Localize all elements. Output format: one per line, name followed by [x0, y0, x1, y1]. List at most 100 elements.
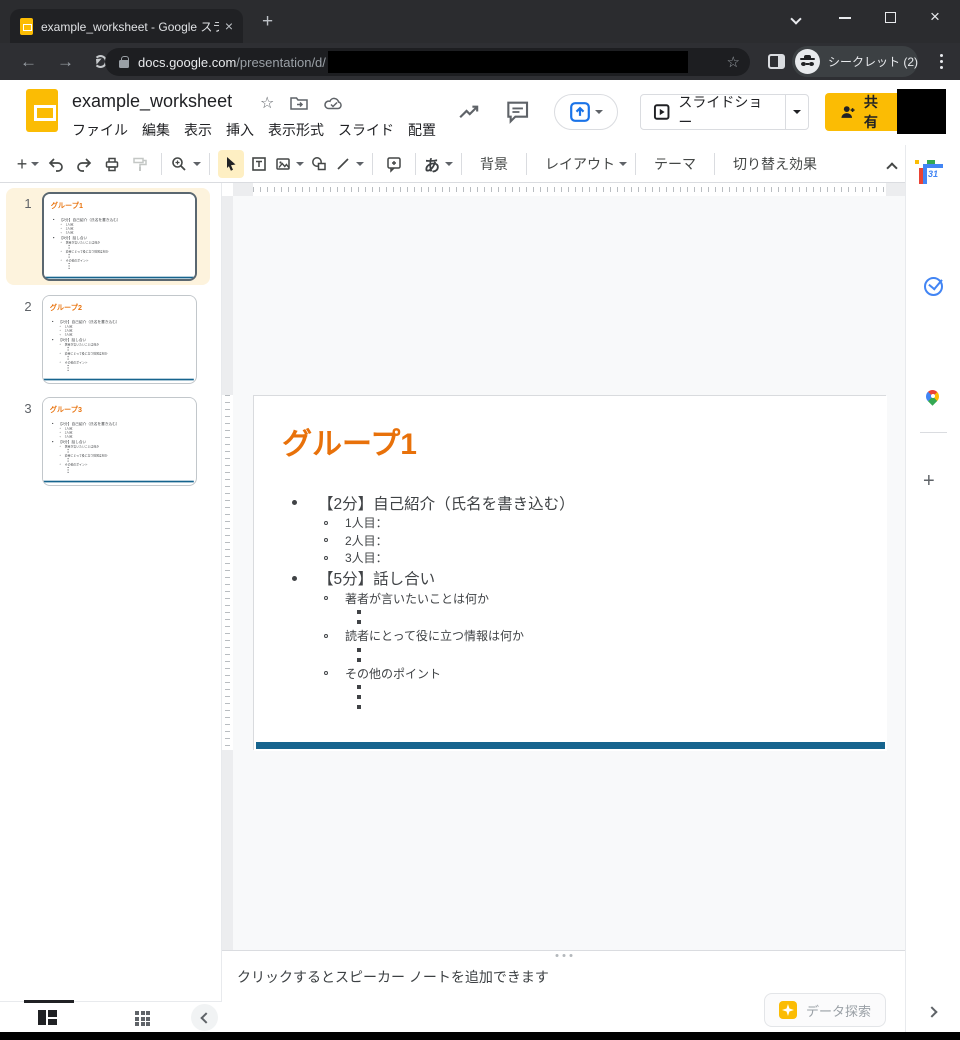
bullet-text: 【2分】自己紹介（氏名を書き込む）	[318, 492, 575, 514]
insert-shape-button[interactable]	[306, 150, 332, 178]
insert-line-button[interactable]	[334, 150, 364, 178]
activity-trend-icon[interactable]	[457, 100, 480, 124]
slide-thumbnail[interactable]: 2グループ2【2分】自己紹介（氏名を書き込む）1人目：2人目：3人目：【5分】話…	[6, 291, 210, 388]
redo-button[interactable]	[71, 150, 97, 178]
menu-format[interactable]: 表示形式	[268, 118, 324, 142]
slideshow-button[interactable]: スライドショー	[641, 92, 785, 132]
print-button[interactable]	[99, 150, 125, 178]
side-panel-icon[interactable]	[768, 54, 785, 69]
grid-view-button[interactable]	[135, 1011, 150, 1026]
slideshow-dropdown-caret[interactable]	[785, 95, 808, 129]
window-maximize-button[interactable]	[885, 10, 901, 26]
share-button[interactable]: 共有	[825, 93, 905, 131]
slide-thumbnail[interactable]: 3グループ3【2分】自己紹介（氏名を書き込む）1人目：2人目：3人目：【5分】話…	[6, 393, 210, 490]
slide-title[interactable]: グループ3	[50, 405, 82, 414]
slide-title[interactable]: グループ2	[50, 303, 82, 312]
paint-format-button[interactable]	[127, 150, 153, 178]
tab-title: example_worksheet - Google スラ	[41, 18, 219, 35]
menu-arrange[interactable]: 配置	[408, 118, 436, 142]
background-button[interactable]: 背景	[470, 150, 518, 178]
address-bar[interactable]: docs.google.com /presentation/d/ ☆	[105, 48, 750, 76]
filmstrip-view-button[interactable]	[38, 1010, 57, 1025]
browser-menu-icon[interactable]	[940, 54, 943, 69]
bullet-line	[68, 471, 192, 473]
undo-button[interactable]	[43, 150, 69, 178]
slide-title[interactable]: グループ1	[51, 201, 83, 210]
slide-body-text[interactable]: 【2分】自己紹介（氏名を書き込む）1人目：2人目：3人目：【5分】話し合い著者が…	[254, 491, 874, 712]
comments-icon[interactable]	[506, 100, 529, 124]
browser-tab[interactable]: example_worksheet - Google スラ ×	[10, 9, 243, 43]
back-button[interactable]: ←	[20, 52, 37, 72]
explore-button[interactable]: データ探索	[764, 993, 886, 1027]
show-side-panel-chevron[interactable]	[928, 1003, 936, 1021]
transition-button[interactable]: 切り替え効果	[723, 150, 827, 178]
collapse-filmstrip-button[interactable]	[191, 1004, 218, 1031]
window-minimize-button[interactable]	[839, 10, 855, 26]
slide-title[interactable]: グループ1	[282, 426, 417, 464]
incognito-profile-chip[interactable]: シークレット (2)	[792, 46, 918, 77]
zoom-button[interactable]	[170, 150, 201, 178]
bullet-text: 読者にとって役に立つ情報は何か	[66, 249, 109, 253]
document-title[interactable]: example_worksheet	[72, 91, 232, 112]
ruler-corner	[222, 183, 233, 196]
new-tab-button[interactable]: +	[262, 12, 273, 31]
bullet-text: その他のポイント	[66, 258, 89, 262]
thumbnail-clip: グループ2 【2分】自己紹介（氏名を書き込む）1人目：2人目：3人目：【5分】話し…	[43, 296, 195, 382]
slide-thumbnail-preview[interactable]: グループ3 【2分】自己紹介（氏名を書き込む）1人目：2人目：3人目：【5分】話し…	[42, 397, 197, 486]
speaker-notes-placeholder[interactable]: クリックするとスピーカー ノートを追加できます	[237, 967, 549, 987]
layout-button[interactable]: レイアウト	[535, 150, 627, 178]
star-document-icon[interactable]: ☆	[260, 93, 274, 113]
lock-icon[interactable]	[119, 56, 129, 68]
bullet-marker	[69, 245, 70, 246]
bullet-marker	[60, 455, 61, 456]
slide-body-text[interactable]: 【2分】自己紹介（氏名を書き込む）1人目：2人目：3人目：【5分】話し合い著者が…	[43, 319, 191, 372]
text-format-button[interactable]: あ	[424, 150, 453, 178]
vertical-ruler	[222, 196, 233, 952]
window-menu-icon[interactable]	[792, 10, 808, 26]
bullet-text: 2人目：	[345, 532, 388, 549]
slide-body-text[interactable]: 【2分】自己紹介（氏名を書き込む）1人目：2人目：3人目：【5分】話し合い著者が…	[44, 217, 192, 270]
bullet-marker	[324, 521, 328, 525]
bullet-text: その他のポイント	[345, 665, 441, 682]
account-avatar[interactable]	[897, 89, 946, 134]
bullet-text: その他のポイント	[65, 462, 88, 466]
window-close-button[interactable]: ×	[930, 10, 946, 26]
bullet-line: その他のポイント	[324, 665, 874, 683]
slide-thumbnail[interactable]: 1 グループ1 【2分】自己紹介（氏名を書き込む）1人目：2人目：3人目：【5分】話…	[6, 188, 210, 285]
menu-file[interactable]: ファイル	[72, 118, 128, 142]
present-to-meet-button[interactable]	[554, 94, 618, 130]
menu-edit[interactable]: 編集	[142, 118, 170, 142]
add-comment-button[interactable]	[381, 150, 407, 178]
slides-logo-icon[interactable]	[26, 89, 58, 132]
explore-spark-icon	[779, 1001, 797, 1019]
tab-close-icon[interactable]: ×	[225, 18, 233, 34]
hide-menus-chevron[interactable]	[888, 159, 896, 177]
move-folder-icon[interactable]	[290, 96, 308, 110]
menu-slide[interactable]: スライド	[338, 118, 394, 142]
bullet-marker	[69, 268, 70, 269]
current-slide[interactable]: グループ1 【2分】自己紹介（氏名を書き込む）1人目：2人目：3人目：【5分】話し…	[253, 395, 886, 750]
present-dropdown-caret[interactable]	[595, 110, 603, 118]
forward-button[interactable]: →	[57, 52, 74, 72]
menu-view[interactable]: 表示	[184, 118, 212, 142]
new-slide-button[interactable]: +	[15, 150, 41, 178]
notes-resize-handle[interactable]	[555, 954, 572, 957]
slide-number: 1	[20, 196, 36, 211]
select-tool-button[interactable]	[218, 150, 244, 178]
cloud-status-icon[interactable]	[324, 96, 344, 110]
slide-thumbnail-preview[interactable]: グループ1 【2分】自己紹介（氏名を書き込む）1人目：2人目：3人目：【5分】話し…	[42, 192, 197, 281]
slide-body-text[interactable]: 【2分】自己紹介（氏名を書き込む）1人目：2人目：3人目：【5分】話し合い著者が…	[43, 421, 191, 474]
menu-insert[interactable]: 挿入	[226, 118, 254, 142]
bullet-text: 読者にとって役に立つ情報は何か	[345, 627, 524, 644]
slide-thumbnail-preview[interactable]: グループ2 【2分】自己紹介（氏名を書き込む）1人目：2人目：3人目：【5分】話し…	[42, 295, 197, 384]
bullet-text: 読者にとって役に立つ情報は何か	[65, 351, 108, 355]
taskbar-strip	[0, 1032, 960, 1040]
get-addons-button[interactable]: +	[923, 470, 935, 493]
bullet-marker	[357, 610, 361, 614]
theme-button[interactable]: テーマ	[644, 150, 706, 178]
bullet-marker	[68, 370, 69, 371]
text-box-button[interactable]	[246, 150, 272, 178]
bullet-text: 【5分】話し合い	[318, 567, 435, 589]
bookmark-star-icon[interactable]: ☆	[727, 53, 740, 71]
insert-image-button[interactable]	[274, 150, 304, 178]
